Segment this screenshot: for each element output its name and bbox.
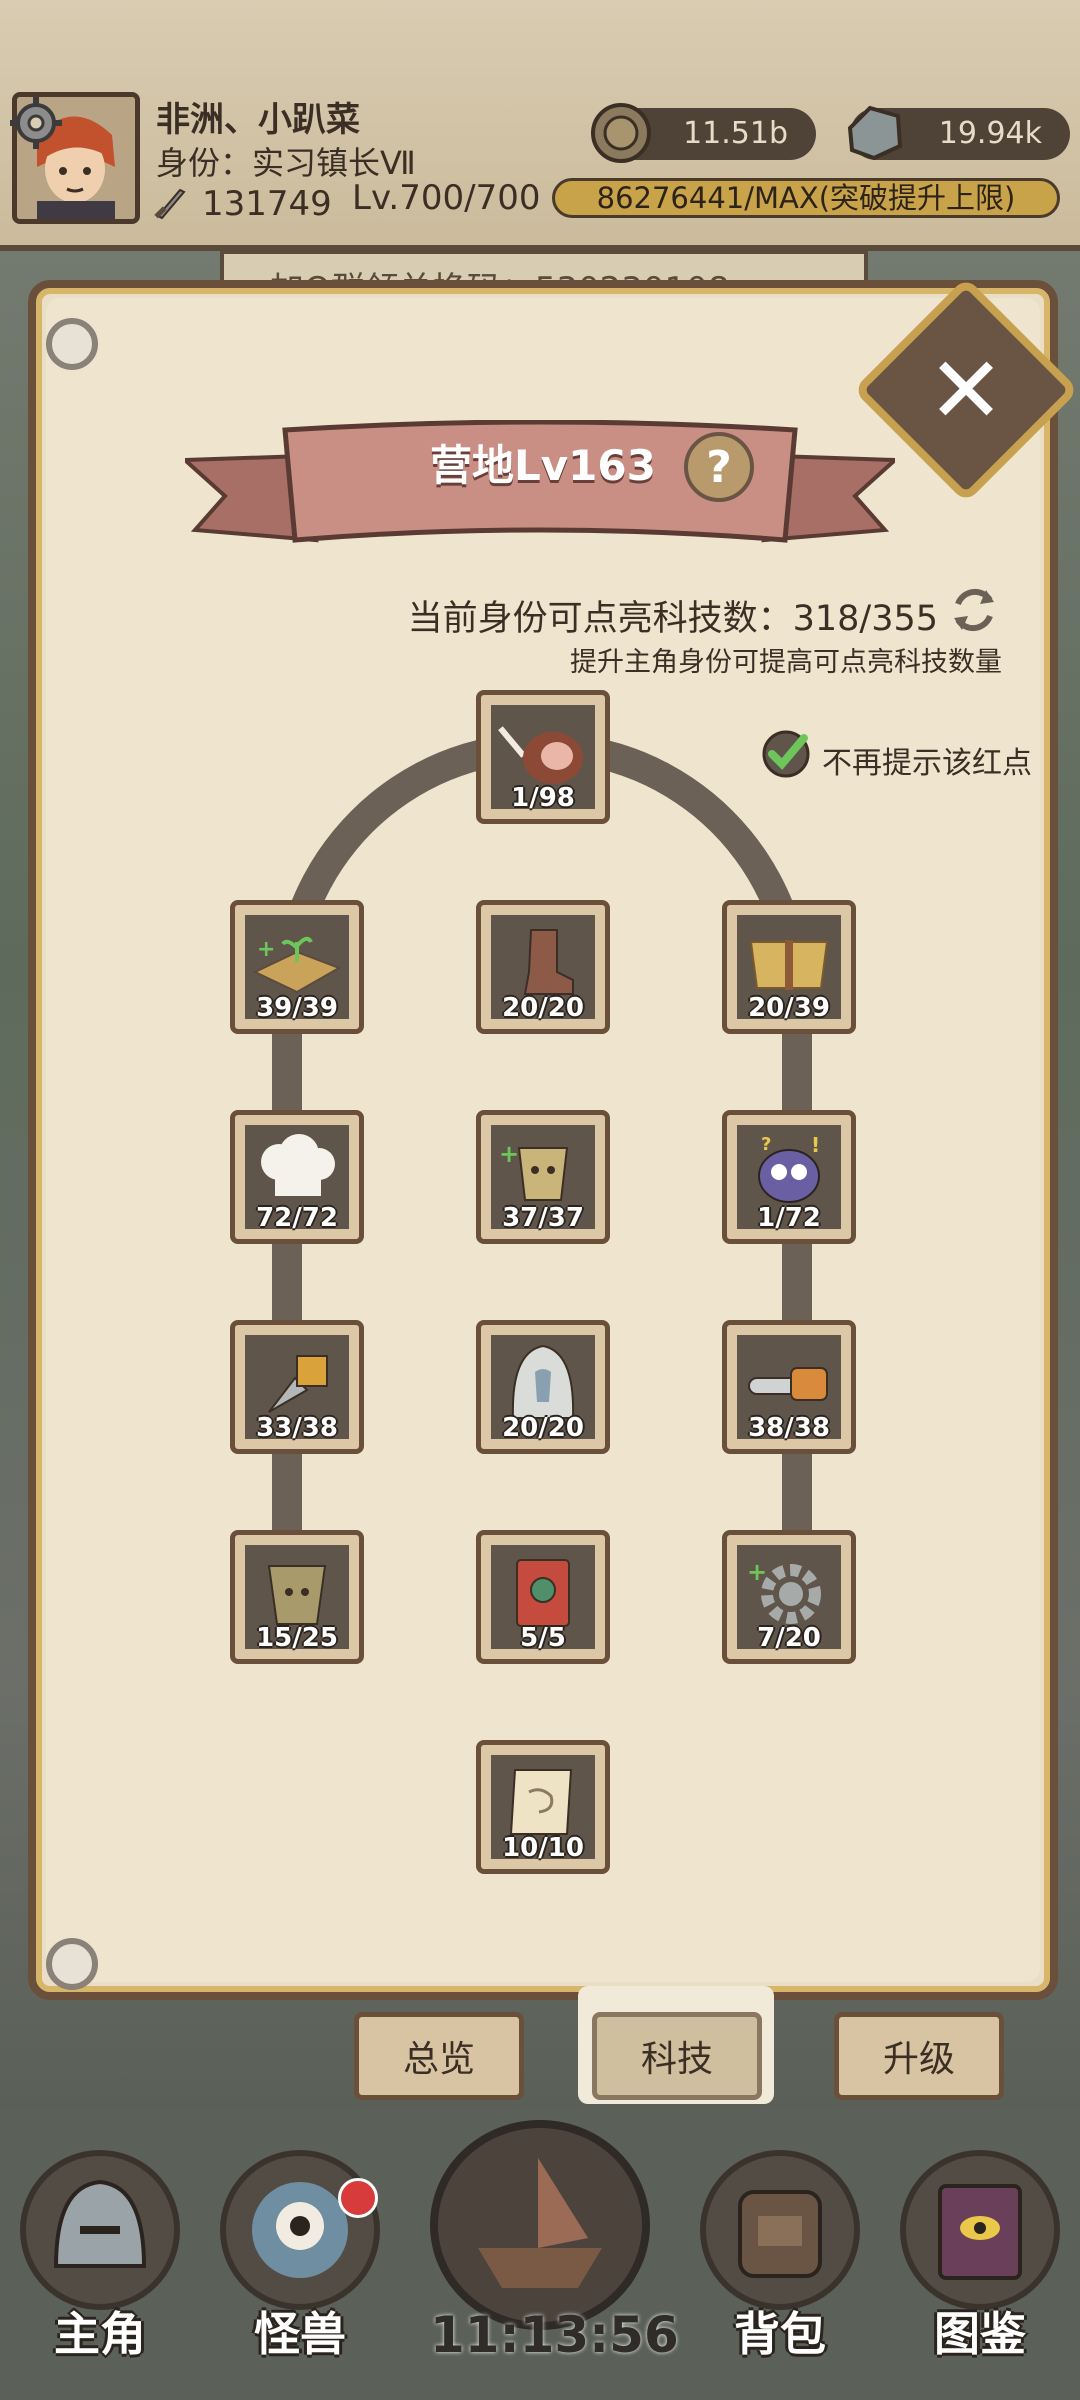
node-count: 39/39 — [256, 993, 338, 1023]
node-count: 15/25 — [256, 1623, 338, 1653]
tech-node-chainsaw[interactable]: 38/38 — [722, 1320, 856, 1454]
red-dot-badge — [338, 2178, 378, 2218]
boot-icon — [523, 929, 574, 996]
player-name: 非洲、小趴菜 — [156, 100, 360, 140]
nav-bag-button[interactable]: 背包 — [690, 2150, 870, 2380]
farmland-sprout-icon: + — [252, 936, 342, 994]
stone-icon — [847, 105, 903, 161]
settings-gear-icon[interactable] — [8, 95, 64, 151]
monster-eye-icon — [220, 2150, 380, 2310]
tree-track-left — [272, 1000, 302, 1540]
node-count: 1/72 — [757, 1203, 821, 1233]
hay-bundle-icon — [749, 940, 829, 991]
svg-text:!: ! — [811, 1133, 820, 1157]
node-count: 1/98 — [511, 783, 575, 813]
chainsaw-icon — [748, 1367, 828, 1402]
tech-count: 当前身份可点亮科技数：318/355 — [407, 599, 938, 639]
close-icon: ✕ — [927, 336, 1005, 444]
node-count: 37/37 — [502, 1203, 584, 1233]
tech-node-meat[interactable]: 1/98 — [476, 690, 610, 824]
drill-icon — [268, 1355, 328, 1413]
combat-power: 131749 — [202, 184, 332, 224]
svg-text:?: ? — [761, 1134, 771, 1155]
checkbox-checked-icon[interactable] — [760, 728, 812, 780]
node-count: 20/20 — [502, 993, 584, 1023]
nav-hero-label: 主角 — [54, 2307, 146, 2361]
nav-bag-label: 背包 — [734, 2307, 826, 2361]
player-level: Lv.700/700 — [352, 178, 541, 218]
stone-resource[interactable]: 19.94k — [847, 105, 1070, 161]
tech-hint: 提升主角身份可提高可点亮科技数量 — [570, 647, 1002, 678]
tab-tech[interactable]: 科技 — [592, 2012, 762, 2100]
tech-node-chef[interactable]: 72/72 — [230, 1110, 364, 1244]
node-count: 20/20 — [502, 1413, 584, 1443]
nav-codex-label: 图鉴 — [934, 2307, 1026, 2361]
chef-hat-icon — [261, 1134, 335, 1197]
svg-text:+: + — [257, 937, 275, 962]
tab-overview[interactable]: 总览 — [354, 2012, 524, 2100]
top-status-bar: 非洲、小趴菜 身份：实习镇长Ⅶ 131749 Lv.700/700 11.51b… — [0, 0, 1080, 251]
exp-text: 86276441/MAX(突破提升上限) — [596, 181, 1016, 215]
coin-resource[interactable]: 11.51b — [591, 103, 816, 163]
tech-node-goblin[interactable]: + 37/37 — [476, 1110, 610, 1244]
node-count: 10/10 — [502, 1833, 584, 1863]
sword-icon — [154, 188, 186, 220]
coin-amount: 11.51b — [683, 116, 788, 151]
helmet-icon — [20, 2150, 180, 2310]
node-count: 38/38 — [748, 1413, 830, 1443]
tech-node-hood[interactable]: 20/20 — [476, 1320, 610, 1454]
goblin-plus-icon: + — [499, 1140, 569, 1202]
meat-icon — [498, 726, 583, 785]
node-count: 20/39 — [748, 993, 830, 1023]
tech-node-hay[interactable]: 20/39 — [722, 900, 856, 1034]
svg-text:+: + — [747, 1558, 767, 1586]
tech-node-gear[interactable]: + 7/20 — [722, 1530, 856, 1664]
backpack-icon — [700, 2150, 860, 2310]
center-ship-icon[interactable] — [430, 2120, 650, 2330]
node-count: 72/72 — [256, 1203, 338, 1233]
tech-node-monster[interactable]: ! ? 1/72 — [722, 1110, 856, 1244]
hide-red-dot-label[interactable]: 不再提示该红点 — [822, 738, 1032, 782]
codex-book-icon — [900, 2150, 1060, 2310]
scroll-map-icon — [509, 1769, 573, 1836]
tech-node-goblin-2[interactable]: 15/25 — [230, 1530, 364, 1664]
nav-monster-label: 怪兽 — [254, 2307, 346, 2361]
tree-track-right — [782, 1000, 812, 1540]
svg-text:+: + — [499, 1140, 519, 1168]
clock: 11:13:56 — [430, 2306, 679, 2364]
node-count: 7/20 — [757, 1623, 821, 1653]
confused-monster-icon: ! ? — [758, 1133, 820, 1204]
exp-bar: 86276441/MAX(突破提升上限) — [552, 178, 1060, 218]
stone-amount: 19.94k — [938, 116, 1042, 151]
help-button[interactable]: ? — [684, 432, 754, 502]
pin-bottom-icon — [46, 1938, 98, 1990]
node-count: 33/38 — [256, 1413, 338, 1443]
panel-title: 营地Lv163 — [430, 441, 656, 490]
nav-hero-button[interactable]: 主角 — [10, 2150, 190, 2380]
tech-node-scroll[interactable]: 10/10 — [476, 1740, 610, 1874]
coin-icon — [591, 103, 651, 163]
goblin-icon — [267, 1565, 327, 1626]
refresh-icon[interactable] — [946, 582, 1002, 638]
gear-plus-icon: + — [747, 1558, 821, 1625]
tech-node-farmland[interactable]: + 39/39 — [230, 900, 364, 1034]
tech-node-drill[interactable]: 33/38 — [230, 1320, 364, 1454]
tab-upgrade[interactable]: 升级 — [834, 2012, 1004, 2100]
tech-node-boot[interactable]: 20/20 — [476, 900, 610, 1034]
book-icon — [516, 1559, 570, 1628]
node-count: 5/5 — [520, 1623, 566, 1653]
pin-top-icon — [46, 318, 98, 370]
nav-codex-button[interactable]: 图鉴 — [890, 2150, 1070, 2380]
tech-node-book[interactable]: 5/5 — [476, 1530, 610, 1664]
hooded-figure-icon — [511, 1345, 575, 1420]
